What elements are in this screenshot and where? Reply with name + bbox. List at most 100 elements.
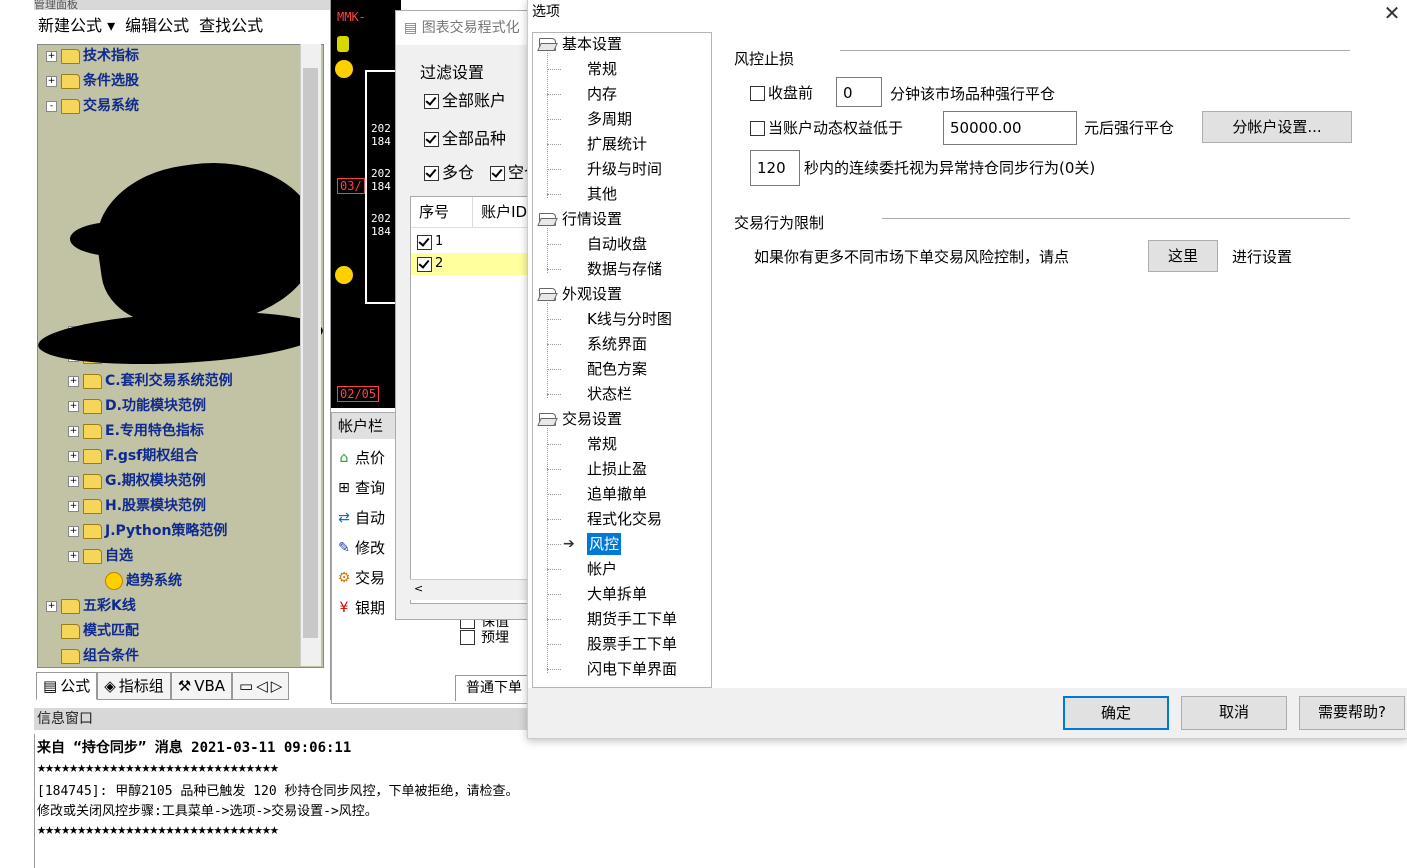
options-tree-item[interactable]: 程式化交易 xyxy=(587,508,662,530)
auto-button[interactable]: ⇄ 自动 xyxy=(336,507,385,528)
scrollbar-thumb[interactable] xyxy=(303,68,318,638)
trade-settings-button[interactable]: ⚙ 交易 xyxy=(336,567,385,588)
options-tree-group[interactable]: 外观设置 xyxy=(539,283,622,305)
options-tree-item[interactable]: 追单撤单 xyxy=(587,483,647,505)
tab-vba[interactable]: ⚒ VBA xyxy=(170,672,233,700)
expand-icon[interactable]: + xyxy=(46,75,57,87)
tree-item[interactable]: + D.功能模块范例 xyxy=(68,395,206,417)
tree-item[interactable]: 模式匹配 xyxy=(46,620,139,642)
equity-limit-checkbox[interactable] xyxy=(750,121,765,136)
expand-icon[interactable]: + xyxy=(68,425,79,437)
edit-formula-button[interactable]: 编辑公式 xyxy=(125,12,189,40)
options-tree-item[interactable]: 常规 xyxy=(587,433,617,455)
before-close-option[interactable]: 收盘前 xyxy=(750,78,813,108)
column-header-no[interactable]: 序号 xyxy=(411,197,474,227)
tree-item[interactable]: + 五彩K线 xyxy=(46,595,136,617)
options-tree-item[interactable]: 止损止盈 xyxy=(587,458,647,480)
long-option[interactable]: 多仓 xyxy=(424,159,474,183)
expand-icon[interactable]: + xyxy=(68,400,79,412)
preset-checkbox[interactable] xyxy=(460,629,475,645)
table-row[interactable]: 2 xyxy=(411,253,541,275)
modify-button[interactable]: ✎ 修改 xyxy=(336,537,385,558)
sub-account-settings-button[interactable]: 分帐户设置... xyxy=(1202,111,1352,143)
options-tree-item[interactable]: 风控 xyxy=(587,533,622,555)
kline-chart[interactable]: MMK- 202 184 202 184 202 184 03/ 02/05 xyxy=(331,0,401,408)
options-tree-group[interactable]: 行情设置 xyxy=(539,208,622,230)
close-icon[interactable]: ✕ xyxy=(1380,2,1404,26)
find-formula-button[interactable]: 查找公式 xyxy=(199,12,263,40)
options-tree-item[interactable]: 内存 xyxy=(587,83,617,105)
sync-seconds-input[interactable]: 120 xyxy=(750,150,800,186)
options-tree-item[interactable]: 扩展统计 xyxy=(587,133,647,155)
tree-item[interactable]: + G.期权模块范例 xyxy=(68,470,206,492)
options-tree-item[interactable]: K线与分时图 xyxy=(587,308,672,330)
options-tree-group[interactable]: 基本设置 xyxy=(539,33,622,55)
tree-item[interactable]: 趋势系统 xyxy=(90,570,182,592)
collapse-icon[interactable]: - xyxy=(46,100,57,112)
short-checkbox[interactable] xyxy=(490,166,505,181)
options-tree-item[interactable]: 自动收盘 xyxy=(587,233,647,255)
all-accounts-option[interactable]: 全部账户 xyxy=(424,87,506,111)
help-button[interactable]: 需要帮助? xyxy=(1299,696,1405,730)
options-tree-item[interactable]: 闪电下单界面 xyxy=(587,658,677,680)
all-products-checkbox[interactable] xyxy=(424,132,439,147)
options-tree-item[interactable]: 常规 xyxy=(587,58,617,80)
cancel-button[interactable]: 取消 xyxy=(1181,696,1287,730)
expand-icon[interactable]: + xyxy=(68,525,79,537)
tab-indicator-group[interactable]: ◈ 指标组 xyxy=(97,672,171,700)
tree-scrollbar[interactable] xyxy=(300,44,321,666)
tree-item[interactable]: + 技术指标 xyxy=(46,45,139,67)
here-button[interactable]: 这里 xyxy=(1148,240,1218,272)
formula-tree[interactable]: +技术指标+条件选股-交易系统+A.图表交易系统+B.后台交易系统+C.套利交易… xyxy=(37,44,324,668)
before-close-checkbox[interactable] xyxy=(750,86,765,101)
equity-limit-option[interactable]: 当账户动态权益低于 xyxy=(750,113,903,143)
tree-item[interactable]: 组合条件 xyxy=(46,645,139,667)
options-tree-group[interactable]: 交易设置 xyxy=(539,408,622,430)
tab-more[interactable]: ▭ ◁ ▷ xyxy=(232,672,290,700)
ok-button[interactable]: 确定 xyxy=(1063,696,1169,730)
tree-item[interactable]: - 交易系统 xyxy=(46,95,139,117)
options-tree-item[interactable]: 帐户 xyxy=(587,558,617,580)
expand-icon[interactable]: + xyxy=(68,550,79,562)
expand-icon[interactable]: + xyxy=(68,475,79,487)
options-tree-item[interactable]: 状态栏 xyxy=(587,383,632,405)
options-tree-item[interactable]: 股票手工下单 xyxy=(587,633,677,655)
before-close-minutes-input[interactable]: 0 xyxy=(836,77,882,107)
options-tree-item[interactable]: 其他 xyxy=(587,183,617,205)
expand-icon[interactable]: + xyxy=(68,375,79,387)
price-order-button[interactable]: ⌂ 点价 xyxy=(336,447,385,468)
expand-icon[interactable]: + xyxy=(46,600,57,612)
row-checkbox[interactable] xyxy=(417,234,432,250)
tree-item[interactable]: + E.专用特色指标 xyxy=(68,420,204,442)
options-tree-item[interactable]: 系统界面 xyxy=(587,333,647,355)
chevron-right-icon[interactable]: ▷ xyxy=(271,673,283,699)
preset-option[interactable]: 预埋 xyxy=(460,627,509,647)
horizontal-scrollbar[interactable]: < xyxy=(410,579,540,600)
row-checkbox[interactable] xyxy=(417,256,432,272)
expand-icon[interactable]: + xyxy=(68,500,79,512)
tree-item[interactable]: + 条件选股 xyxy=(46,70,139,92)
tree-item[interactable]: + J.Python策略范例 xyxy=(68,520,227,542)
long-checkbox[interactable] xyxy=(424,166,439,181)
tree-item[interactable]: + H.股票模块范例 xyxy=(68,495,206,517)
tree-item[interactable]: + F.gsf期权组合 xyxy=(68,445,198,467)
options-tree-item[interactable]: 数据与存储 xyxy=(587,258,662,280)
options-tree-item[interactable]: 升级与时间 xyxy=(587,158,662,180)
options-tree-item[interactable]: 多周期 xyxy=(587,108,632,130)
tree-item[interactable]: + 自选 xyxy=(68,545,133,567)
chevron-left-icon[interactable]: ◁ xyxy=(256,673,268,699)
expand-icon[interactable]: + xyxy=(68,450,79,462)
equity-threshold-input[interactable]: 50000.00 xyxy=(943,111,1077,145)
options-tree[interactable]: 基本设置 常规 内存 多周期 扩展统计 升级与时间 其他 行情设置 自动收盘 数据与存储 外观设置 K… xyxy=(532,32,712,688)
all-accounts-checkbox[interactable] xyxy=(424,94,439,109)
tab-formula[interactable]: ▤ 公式 xyxy=(36,672,98,700)
query-button[interactable]: ⊞ 查询 xyxy=(336,477,385,498)
options-tree-item[interactable]: 大单拆单 xyxy=(587,583,647,605)
bank-transfer-button[interactable]: ¥ 银期 xyxy=(336,597,385,618)
all-products-option[interactable]: 全部品种 xyxy=(424,125,506,149)
chevron-left-icon[interactable]: < xyxy=(410,582,423,595)
options-tree-item[interactable]: 期货手工下单 xyxy=(587,608,677,630)
expand-icon[interactable]: + xyxy=(46,50,57,62)
new-formula-button[interactable]: 新建公式 ▾ xyxy=(38,12,115,40)
table-row[interactable]: 1 xyxy=(411,231,541,253)
